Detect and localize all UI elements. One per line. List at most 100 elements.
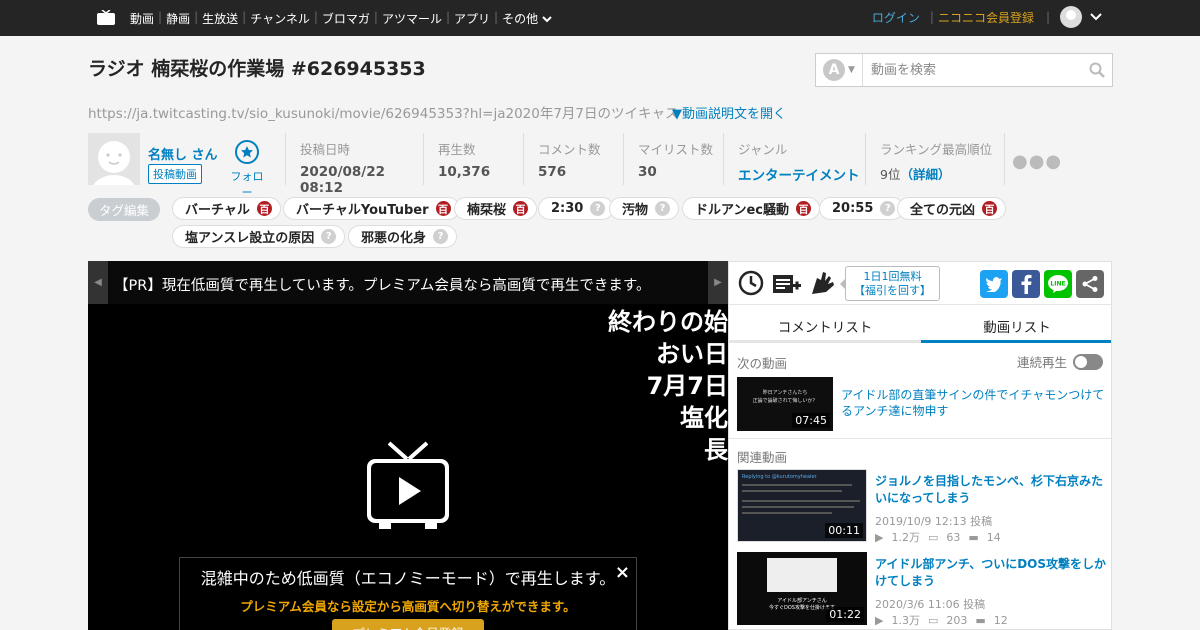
login-link[interactable]: ログイン — [872, 9, 920, 26]
mylist-count: 12 — [993, 613, 1008, 627]
related-videos-heading: 関連動画 — [737, 450, 788, 465]
next-video-title[interactable]: アイドル部の直筆サインの件でイチャモンつけてるアンチ達に物申す — [841, 387, 1107, 419]
related-thumb-line — [742, 500, 860, 502]
uploader-avatar[interactable] — [88, 133, 140, 185]
related-thumb-line — [742, 512, 832, 514]
share-icon[interactable] — [1076, 270, 1104, 298]
nav-more-label: その他 — [502, 12, 539, 26]
description-toggle[interactable]: ▼動画説明文を開く — [672, 103, 786, 122]
search-button[interactable] — [1082, 54, 1112, 86]
mylist-add-icon[interactable] — [772, 270, 802, 296]
no-dictionary-icon[interactable]: ? — [321, 229, 337, 244]
dictionary-icon[interactable]: 百 — [982, 201, 998, 216]
uploader-name[interactable]: 名無し さん — [148, 144, 218, 163]
stat-posted: 投稿日時 2020/08/22 08:12 — [285, 133, 423, 196]
twitter-share-icon[interactable] — [980, 270, 1008, 298]
tag-item[interactable]: 2:30? — [538, 197, 615, 220]
nav-item-douga[interactable]: 動画 — [126, 10, 158, 27]
tab-video-list[interactable]: 動画リスト — [921, 305, 1111, 343]
tag-label: ドルアンec騒動 — [695, 203, 790, 218]
description-snippet: https://ja.twitcasting.tv/sio_kusunoki/m… — [88, 106, 679, 122]
svg-text:LINE: LINE — [1050, 281, 1065, 288]
mylist-icon: ▬ — [975, 613, 986, 627]
tag-item[interactable]: バーチャルYouTuber 百 — [283, 197, 460, 220]
continuous-play-label: 連続再生 — [1016, 355, 1067, 370]
uploader-videos-button[interactable]: 投稿動画 — [148, 164, 202, 184]
free-lottery-button[interactable]: 1日1回無料 【福引を回す】 — [840, 266, 940, 301]
pr-next-arrow-icon[interactable]: ▶ — [708, 261, 728, 304]
video-player[interactable]: ◀ 【PR】現在低画質で再生しています。プレミアム会員なら高画質で再生できます。… — [88, 261, 728, 630]
dictionary-icon[interactable]: 百 — [435, 201, 451, 216]
play-count-icon: ▶ — [875, 613, 884, 627]
stat-views: 再生数 10,376 — [423, 133, 523, 185]
pr-prev-arrow-icon[interactable]: ◀ — [88, 261, 108, 304]
stat-genre-value[interactable]: エンターテイメント — [738, 164, 865, 184]
tag-item[interactable]: バーチャル百 — [172, 197, 281, 220]
stat-mylist-value: 30 — [638, 164, 657, 180]
stat-ranking-label: ランキング最高順位 — [880, 142, 993, 157]
no-dictionary-icon[interactable]: ? — [655, 201, 671, 216]
stat-comments: コメント数 576 — [523, 133, 623, 185]
stat-ranking: ランキング最高順位 9位（詳細） — [865, 133, 1005, 185]
next-video-thumbnail[interactable]: 昨日アンチさんたち 正論で論破されて悔しいか？ 07:45 — [737, 377, 833, 431]
nav-item-more[interactable]: その他 — [498, 10, 556, 27]
tag-item[interactable]: 汚物? — [609, 197, 680, 220]
more-menu-icon[interactable]: ●●● — [1012, 151, 1062, 172]
related-video-thumbnail[interactable]: アイドル部アンチさん 今すぐDOS攻撃を仕掛けます 01:22 — [737, 552, 867, 625]
facebook-share-icon[interactable] — [1012, 270, 1040, 298]
nav-item-seiga[interactable]: 静画 — [162, 10, 194, 27]
dictionary-icon[interactable]: 百 — [513, 201, 529, 216]
tag-edit-button[interactable]: タグ編集 — [88, 198, 160, 221]
tab-comment-list[interactable]: コメントリスト — [729, 305, 921, 343]
mylist-icon: ▬ — [968, 530, 979, 544]
chevron-down-icon — [542, 15, 552, 22]
related-video-title[interactable]: ジョルノを目指したモンペ、杉下右京みたいになってしまう — [875, 473, 1107, 507]
nav-item-blomaga[interactable]: ブロマガ — [318, 10, 374, 27]
close-icon[interactable]: × — [615, 562, 630, 583]
tag-item[interactable]: 邪悪の化身? — [348, 225, 458, 248]
related-video-date: 2020/3/6 11:06 投稿 — [875, 598, 986, 611]
pr-banner[interactable]: ◀ 【PR】現在低画質で再生しています。プレミアム会員なら高画質で再生できます。… — [88, 261, 728, 304]
no-dictionary-icon[interactable]: ? — [880, 201, 896, 216]
no-dictionary-icon[interactable]: ? — [590, 201, 606, 216]
nav-item-atsumaru[interactable]: アツマール — [378, 10, 446, 27]
frame-line: 長 — [704, 436, 728, 464]
tag-label: バーチャル — [185, 203, 250, 218]
account-avatar[interactable] — [1060, 6, 1082, 28]
account-chevron-down-icon[interactable] — [1090, 13, 1102, 21]
premium-register-button[interactable]: プレミアム会員登録 — [332, 619, 484, 630]
tag-item[interactable]: 塩アンスレ設立の原因? — [172, 225, 346, 248]
follow-button[interactable]: フォロー — [226, 140, 268, 200]
nicoad-hand-icon[interactable] — [809, 270, 837, 296]
tag-item[interactable]: ドルアンec騒動百 — [682, 197, 821, 220]
tag-label: 楠栞桜 — [467, 203, 507, 218]
global-nav-links: 動画 | 静画 | 生放送 | チャンネル | ブロマガ | アツマール | アプリ | その… — [126, 10, 556, 27]
comment-icon: ▭ — [927, 613, 939, 627]
search-mode-selector[interactable]: A ▼ — [816, 54, 863, 86]
line-share-icon[interactable]: LINE — [1044, 270, 1072, 298]
dictionary-icon[interactable]: 百 — [256, 201, 272, 216]
ranking-detail-link[interactable]: （詳細） — [900, 167, 950, 182]
no-dictionary-icon[interactable]: ? — [433, 229, 449, 244]
stat-posted-label: 投稿日時 — [300, 142, 351, 157]
continuous-play-toggle[interactable] — [1073, 353, 1103, 370]
tag-item[interactable]: 全ての元凶百 — [897, 197, 1007, 220]
search-box: A ▼ — [815, 53, 1113, 87]
frame-line: おい日 — [656, 340, 728, 368]
nav-item-app[interactable]: アプリ — [450, 10, 494, 27]
clock-icon[interactable] — [738, 270, 764, 296]
search-icon — [1089, 62, 1105, 78]
niconico-tv-logo-icon[interactable] — [97, 10, 115, 25]
search-input[interactable] — [863, 54, 1082, 86]
related-video-thumbnail[interactable]: Replying to @kurutomyhealer 00:11 — [737, 469, 867, 542]
register-link[interactable]: ニコニコ会員登録 — [938, 9, 1034, 26]
nav-item-channel[interactable]: チャンネル — [246, 10, 314, 27]
related-video-title[interactable]: アイドル部アンチ、ついにDOS攻撃をしかけてしまう — [875, 556, 1107, 590]
play-button-icon[interactable] — [365, 441, 451, 531]
tag-label: 2:30 — [551, 201, 584, 216]
nav-item-live[interactable]: 生放送 — [198, 10, 242, 27]
dictionary-icon[interactable]: 百 — [796, 201, 812, 216]
default-face-icon — [88, 133, 140, 185]
tag-item[interactable]: 20:55? — [819, 197, 905, 220]
tag-item[interactable]: 楠栞桜百 — [454, 197, 538, 220]
